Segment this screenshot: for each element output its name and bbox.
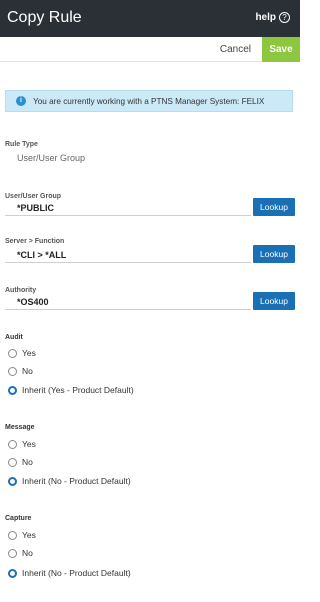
action-bar: Cancel Save — [0, 37, 300, 62]
message-label: Message — [5, 424, 35, 431]
page-title: Copy Rule — [7, 9, 82, 26]
radio-label: Yes — [22, 348, 36, 358]
title-bar: Copy Rule help ? — [0, 0, 300, 37]
capture-label: Capture — [5, 515, 32, 522]
radio-label: Inherit (No - Product Default) — [22, 476, 131, 486]
server-function-field[interactable]: *CLI > *ALL — [5, 248, 251, 263]
audit-label: Audit — [5, 334, 23, 341]
message-no-radio[interactable]: No — [8, 457, 33, 467]
radio-checked-icon — [8, 568, 17, 578]
user-group-lookup-button[interactable]: Lookup — [253, 198, 295, 216]
capture-inherit-radio[interactable]: Inherit (No - Product Default) — [8, 568, 131, 578]
rule-type-value: User/User Group — [17, 153, 86, 163]
server-function-value: *CLI > *ALL — [17, 250, 67, 260]
radio-circle-icon — [8, 457, 17, 467]
capture-yes-radio[interactable]: Yes — [8, 530, 36, 540]
rule-type-label: Rule Type — [5, 141, 38, 148]
radio-circle-icon — [8, 530, 17, 540]
radio-label: No — [22, 457, 33, 467]
radio-circle-icon — [8, 439, 17, 449]
user-group-value: *PUBLIC — [17, 203, 55, 213]
radio-label: Yes — [22, 439, 36, 449]
message-inherit-radio[interactable]: Inherit (No - Product Default) — [8, 476, 131, 486]
capture-no-radio[interactable]: No — [8, 548, 33, 558]
radio-checked-icon — [8, 476, 17, 486]
radio-label: No — [22, 366, 33, 376]
radio-circle-icon — [8, 348, 17, 358]
radio-checked-icon — [8, 385, 17, 395]
save-button[interactable]: Save — [262, 37, 300, 62]
authority-lookup-button[interactable]: Lookup — [253, 292, 295, 310]
authority-label: Authority — [5, 287, 37, 294]
server-function-lookup-button[interactable]: Lookup — [253, 245, 295, 263]
help-label: help — [255, 12, 276, 23]
radio-label: Inherit (No - Product Default) — [22, 568, 131, 578]
radio-label: Inherit (Yes - Product Default) — [22, 385, 134, 395]
authority-field[interactable]: *OS400 — [5, 295, 251, 310]
server-function-label: Server > Function — [5, 238, 65, 245]
radio-circle-icon — [8, 366, 17, 376]
audit-inherit-radio[interactable]: Inherit (Yes - Product Default) — [8, 385, 134, 395]
audit-yes-radio[interactable]: Yes — [8, 348, 36, 358]
radio-label: Yes — [22, 530, 36, 540]
user-group-field[interactable]: *PUBLIC — [5, 201, 251, 216]
message-yes-radio[interactable]: Yes — [8, 439, 36, 449]
user-group-label: User/User Group — [5, 193, 62, 200]
authority-value: *OS400 — [17, 297, 49, 307]
radio-label: No — [22, 548, 33, 558]
radio-circle-icon — [8, 548, 17, 558]
help-link[interactable]: help ? — [255, 12, 290, 23]
question-circle-icon: ? — [279, 12, 290, 23]
audit-no-radio[interactable]: No — [8, 366, 33, 376]
info-banner: i You are currently working with a PTNS … — [5, 90, 293, 112]
cancel-button[interactable]: Cancel — [212, 37, 259, 62]
info-icon: i — [16, 96, 26, 106]
info-text: You are currently working with a PTNS Ma… — [33, 96, 265, 106]
